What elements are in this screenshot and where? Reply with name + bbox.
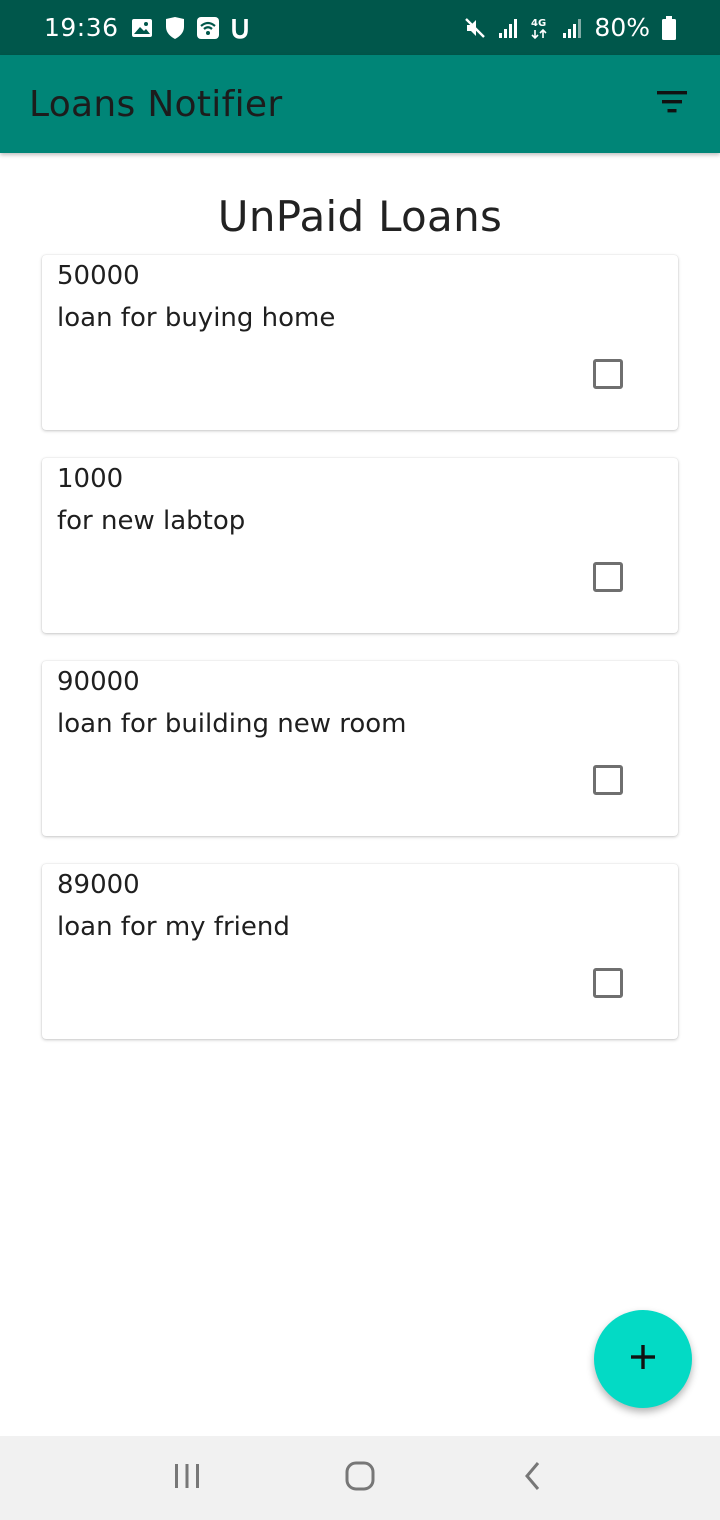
filter-icon (656, 89, 688, 119)
battery-percentage: 80% (594, 13, 650, 42)
signal-icon (562, 17, 582, 39)
paid-checkbox[interactable] (593, 359, 623, 389)
loan-card[interactable]: 89000 loan for my friend (42, 864, 678, 1039)
u-icon (231, 17, 249, 39)
plus-icon (629, 1343, 657, 1375)
system-nav-bar (0, 1436, 720, 1520)
battery-icon (662, 15, 676, 40)
back-button[interactable] (503, 1448, 563, 1508)
loan-card[interactable]: 50000 loan for buying home (42, 255, 678, 430)
loan-description: loan for my friend (57, 912, 290, 942)
shield-icon (165, 16, 185, 40)
app-bar: Loans Notifier (0, 55, 720, 153)
status-right: 4G 80% (464, 13, 676, 42)
status-bar: 19:36 4G 80% (0, 0, 720, 55)
loan-description: loan for buying home (57, 303, 336, 333)
page-heading: UnPaid Loans (217, 192, 503, 241)
image-icon (131, 18, 153, 38)
signal-icon (498, 17, 518, 39)
filter-button[interactable] (650, 82, 694, 126)
wifi-icon (196, 16, 219, 39)
loan-description: for new labtop (57, 506, 246, 536)
recents-icon (172, 1462, 202, 1494)
home-icon (344, 1460, 376, 1496)
svg-text:4G: 4G (531, 18, 546, 29)
home-button[interactable] (330, 1448, 390, 1508)
app-title: Loans Notifier (29, 83, 283, 125)
loan-amount: 90000 (57, 667, 140, 697)
loan-card[interactable]: 1000 for new labtop (42, 458, 678, 633)
paid-checkbox[interactable] (593, 968, 623, 998)
loan-list: 50000 loan for buying home 1000 for new … (42, 255, 678, 1067)
4g-icon: 4G (530, 16, 550, 40)
status-time: 19:36 (44, 13, 119, 42)
loan-amount: 50000 (57, 261, 140, 291)
recents-button[interactable] (157, 1448, 217, 1508)
add-loan-button[interactable] (594, 1310, 692, 1408)
loan-description: loan for building new room (57, 709, 407, 739)
loan-amount: 1000 (57, 464, 124, 494)
paid-checkbox[interactable] (593, 765, 623, 795)
loan-amount: 89000 (57, 870, 140, 900)
mute-icon (464, 17, 486, 39)
back-icon (521, 1460, 545, 1496)
loan-card[interactable]: 90000 loan for building new room (42, 661, 678, 836)
paid-checkbox[interactable] (593, 562, 623, 592)
status-left: 19:36 (44, 13, 249, 42)
